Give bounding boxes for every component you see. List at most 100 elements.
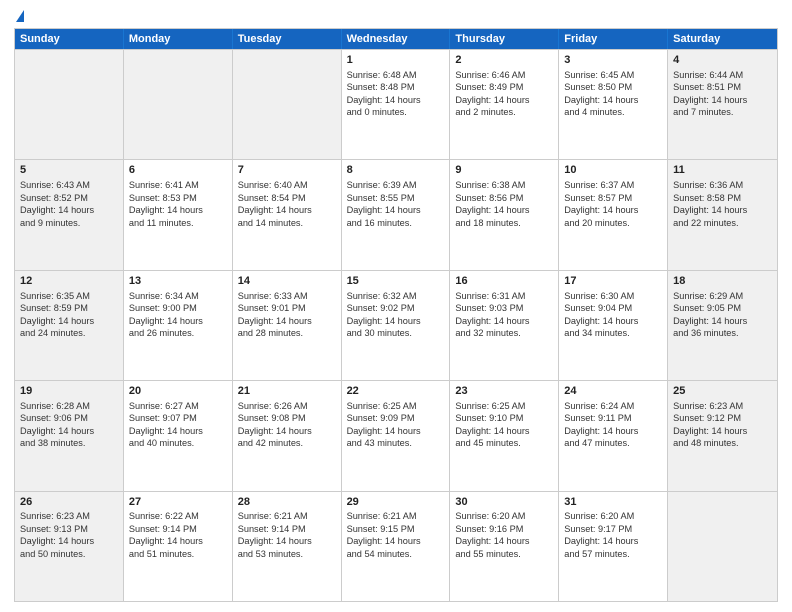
cell-info-line: and 18 minutes. (455, 217, 553, 229)
cell-info-line: Sunset: 9:04 PM (564, 302, 662, 314)
cell-info-line: and 43 minutes. (347, 437, 445, 449)
cell-info-line: Daylight: 14 hours (129, 535, 227, 547)
day-number: 17 (564, 274, 662, 289)
cell-info-line: Daylight: 14 hours (455, 425, 553, 437)
cell-info-line: and 42 minutes. (238, 437, 336, 449)
day-number: 26 (20, 495, 118, 510)
cell-info-line: Daylight: 14 hours (347, 204, 445, 216)
cell-info-line: Sunset: 9:17 PM (564, 523, 662, 535)
cell-info-line: and 22 minutes. (673, 217, 772, 229)
cal-row-3: 19Sunrise: 6:28 AMSunset: 9:06 PMDayligh… (15, 380, 777, 490)
cell-info-line: Daylight: 14 hours (129, 315, 227, 327)
cell-info-line: Sunset: 9:12 PM (673, 412, 772, 424)
cell-info-line: Sunrise: 6:23 AM (20, 510, 118, 522)
cell-info-line: Sunset: 9:00 PM (129, 302, 227, 314)
cell-info-line: Sunset: 9:11 PM (564, 412, 662, 424)
cell-info-line: Sunrise: 6:46 AM (455, 69, 553, 81)
cal-cell: 7Sunrise: 6:40 AMSunset: 8:54 PMDaylight… (233, 160, 342, 269)
cell-info-line: Daylight: 14 hours (238, 315, 336, 327)
cell-info-line: Sunset: 9:05 PM (673, 302, 772, 314)
day-number: 1 (347, 53, 445, 68)
cal-cell: 28Sunrise: 6:21 AMSunset: 9:14 PMDayligh… (233, 492, 342, 601)
cal-cell: 14Sunrise: 6:33 AMSunset: 9:01 PMDayligh… (233, 271, 342, 380)
cell-info-line: Sunrise: 6:25 AM (455, 400, 553, 412)
cell-info-line: Sunset: 9:13 PM (20, 523, 118, 535)
day-number: 23 (455, 384, 553, 399)
cell-info-line: Sunset: 9:14 PM (129, 523, 227, 535)
cell-info-line: Sunrise: 6:34 AM (129, 290, 227, 302)
cal-row-4: 26Sunrise: 6:23 AMSunset: 9:13 PMDayligh… (15, 491, 777, 601)
cell-info-line: and 36 minutes. (673, 327, 772, 339)
cal-cell: 6Sunrise: 6:41 AMSunset: 8:53 PMDaylight… (124, 160, 233, 269)
cell-info-line: and 47 minutes. (564, 437, 662, 449)
logo-icon (16, 10, 24, 22)
calendar-header: SundayMondayTuesdayWednesdayThursdayFrid… (15, 29, 777, 49)
cell-info-line: and 45 minutes. (455, 437, 553, 449)
cell-info-line: Sunrise: 6:20 AM (455, 510, 553, 522)
day-number: 14 (238, 274, 336, 289)
cell-info-line: Daylight: 14 hours (673, 315, 772, 327)
cell-info-line: Daylight: 14 hours (129, 425, 227, 437)
cell-info-line: and 53 minutes. (238, 548, 336, 560)
cell-info-line: Daylight: 14 hours (129, 204, 227, 216)
cal-cell: 8Sunrise: 6:39 AMSunset: 8:55 PMDaylight… (342, 160, 451, 269)
cal-cell: 23Sunrise: 6:25 AMSunset: 9:10 PMDayligh… (450, 381, 559, 490)
day-number: 13 (129, 274, 227, 289)
cell-info-line: and 20 minutes. (564, 217, 662, 229)
cell-info-line: Sunrise: 6:44 AM (673, 69, 772, 81)
cell-info-line: Daylight: 14 hours (455, 535, 553, 547)
cal-cell: 2Sunrise: 6:46 AMSunset: 8:49 PMDaylight… (450, 50, 559, 159)
cal-cell: 10Sunrise: 6:37 AMSunset: 8:57 PMDayligh… (559, 160, 668, 269)
cell-info-line: and 50 minutes. (20, 548, 118, 560)
cell-info-line: Sunset: 8:54 PM (238, 192, 336, 204)
day-number: 20 (129, 384, 227, 399)
header-day-monday: Monday (124, 29, 233, 49)
cell-info-line: Daylight: 14 hours (455, 204, 553, 216)
cell-info-line: Sunrise: 6:25 AM (347, 400, 445, 412)
day-number: 21 (238, 384, 336, 399)
cell-info-line: Sunrise: 6:31 AM (455, 290, 553, 302)
cell-info-line: Daylight: 14 hours (20, 535, 118, 547)
day-number: 15 (347, 274, 445, 289)
cell-info-line: and 55 minutes. (455, 548, 553, 560)
cell-info-line: and 14 minutes. (238, 217, 336, 229)
cal-row-1: 5Sunrise: 6:43 AMSunset: 8:52 PMDaylight… (15, 159, 777, 269)
cell-info-line: Sunrise: 6:23 AM (673, 400, 772, 412)
cal-row-2: 12Sunrise: 6:35 AMSunset: 8:59 PMDayligh… (15, 270, 777, 380)
cell-info-line: Sunset: 9:08 PM (238, 412, 336, 424)
day-number: 19 (20, 384, 118, 399)
cell-info-line: and 0 minutes. (347, 106, 445, 118)
cell-info-line: Sunrise: 6:27 AM (129, 400, 227, 412)
cal-cell: 1Sunrise: 6:48 AMSunset: 8:48 PMDaylight… (342, 50, 451, 159)
day-number: 27 (129, 495, 227, 510)
cal-row-0: 1Sunrise: 6:48 AMSunset: 8:48 PMDaylight… (15, 49, 777, 159)
day-number: 31 (564, 495, 662, 510)
cell-info-line: Sunrise: 6:21 AM (347, 510, 445, 522)
cell-info-line: and 2 minutes. (455, 106, 553, 118)
cell-info-line: and 40 minutes. (129, 437, 227, 449)
cell-info-line: Daylight: 14 hours (347, 315, 445, 327)
cell-info-line: Sunset: 9:06 PM (20, 412, 118, 424)
cell-info-line: Daylight: 14 hours (564, 425, 662, 437)
cell-info-line: Daylight: 14 hours (673, 425, 772, 437)
cell-info-line: and 57 minutes. (564, 548, 662, 560)
cell-info-line: and 16 minutes. (347, 217, 445, 229)
cell-info-line: Daylight: 14 hours (20, 315, 118, 327)
cell-info-line: Daylight: 14 hours (20, 204, 118, 216)
cal-cell (668, 492, 777, 601)
cal-cell: 29Sunrise: 6:21 AMSunset: 9:15 PMDayligh… (342, 492, 451, 601)
calendar: SundayMondayTuesdayWednesdayThursdayFrid… (14, 28, 778, 602)
header-day-sunday: Sunday (15, 29, 124, 49)
cell-info-line: Sunrise: 6:21 AM (238, 510, 336, 522)
header-day-wednesday: Wednesday (342, 29, 451, 49)
cal-cell (124, 50, 233, 159)
cell-info-line: Daylight: 14 hours (564, 315, 662, 327)
cal-cell: 20Sunrise: 6:27 AMSunset: 9:07 PMDayligh… (124, 381, 233, 490)
header-day-tuesday: Tuesday (233, 29, 342, 49)
cell-info-line: and 28 minutes. (238, 327, 336, 339)
cell-info-line: Sunset: 9:14 PM (238, 523, 336, 535)
cell-info-line: Sunrise: 6:40 AM (238, 179, 336, 191)
day-number: 9 (455, 163, 553, 178)
cell-info-line: Sunrise: 6:43 AM (20, 179, 118, 191)
cell-info-line: Sunrise: 6:36 AM (673, 179, 772, 191)
